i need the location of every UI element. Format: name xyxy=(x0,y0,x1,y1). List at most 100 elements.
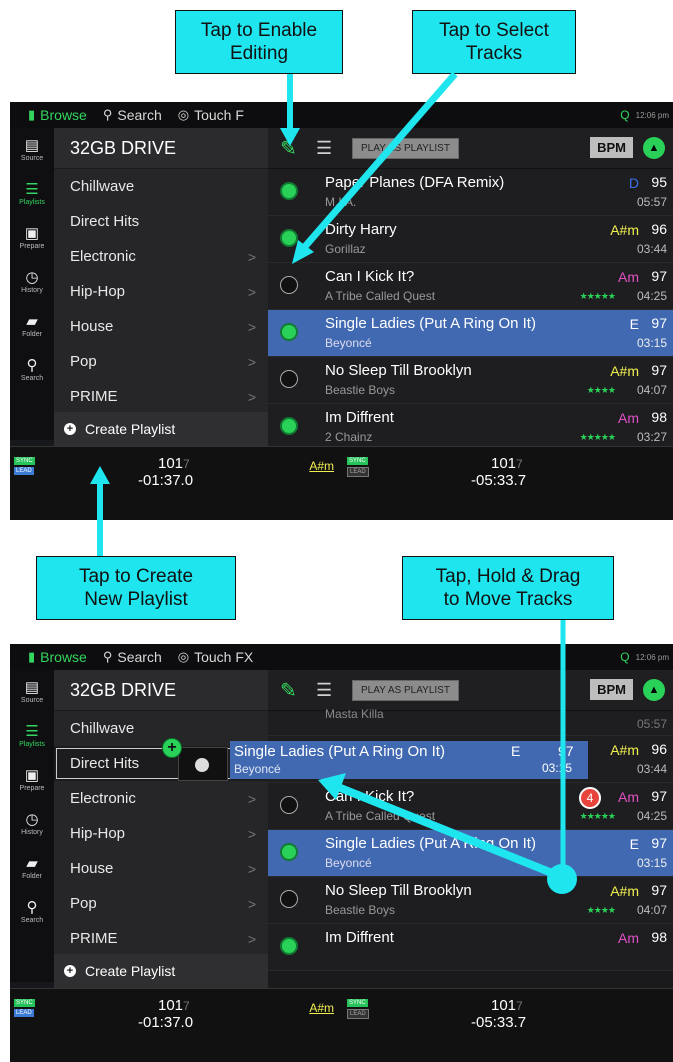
crate-pop[interactable]: Pop > xyxy=(54,344,268,379)
nav-history[interactable]: ◷ History xyxy=(10,260,54,304)
track-select-circle[interactable] xyxy=(280,796,298,814)
drive-header[interactable]: 32GB DRIVE xyxy=(54,670,268,711)
track-select-circle[interactable] xyxy=(280,370,298,388)
create-playlist-button[interactable]: + Create Playlist xyxy=(54,954,268,988)
crate-hip-hop[interactable]: Hip-Hop > xyxy=(54,274,268,309)
create-playlist-label: Create Playlist xyxy=(85,963,176,979)
track-select-circle[interactable] xyxy=(280,890,298,908)
crate-prime[interactable]: PRIME > xyxy=(54,921,268,956)
nav-search[interactable]: ⚲ Search xyxy=(10,890,54,934)
nav-source[interactable]: ▤ Source xyxy=(10,128,54,172)
track-select-circle[interactable] xyxy=(280,323,298,341)
track-list: ✎ ☰ PLAY AS PLAYLIST BPM ▲ Masta KillaD9… xyxy=(268,670,673,988)
crate-house[interactable]: House > xyxy=(54,851,268,886)
bpm-sort-button[interactable]: BPM xyxy=(590,679,633,700)
track-row[interactable]: Dirty Harry Gorillaz A#m 96 03:44 xyxy=(268,216,673,263)
track-row[interactable]: No Sleep Till Brooklyn Beastie Boys A#m 97 0… xyxy=(268,357,673,404)
bpm-sort-button[interactable]: BPM xyxy=(590,137,633,158)
edit-icon[interactable]: ✎ xyxy=(280,678,306,703)
sort-up-icon[interactable]: ▲ xyxy=(643,137,665,159)
deck-remaining: -05:33.7 xyxy=(471,472,527,489)
track-row[interactable]: Paper Planes (DFA Remix) M.I.A. D 95 05:57 xyxy=(268,169,673,216)
edit-icon[interactable]: ✎ xyxy=(280,136,306,161)
touchfx-tab[interactable]: ◎ Touch FX xyxy=(178,649,253,665)
nav-prepare[interactable]: ▣ Prepare xyxy=(10,758,54,802)
track-select-circle[interactable] xyxy=(280,276,298,294)
browse-tab[interactable]: ▮ Browse xyxy=(28,107,87,123)
track-row[interactable]: No Sleep Till Brooklyn Beastie Boys A#m 97 0… xyxy=(268,877,673,924)
track-bpm: 97 xyxy=(651,315,667,331)
track-select-circle[interactable] xyxy=(280,937,298,955)
create-playlist-button[interactable]: + Create Playlist xyxy=(54,412,268,446)
search-tab[interactable]: ⚲ Search xyxy=(103,107,162,123)
deck-right[interactable]: SYNC LEAD 1017 -05:33.7 xyxy=(343,447,673,520)
track-select-circle[interactable] xyxy=(280,843,298,861)
deck-right[interactable]: SYNC LEAD 1017 -05:33.7 xyxy=(343,989,673,1062)
track-select-circle[interactable] xyxy=(280,229,298,247)
deck-bpm: 1017 xyxy=(158,455,190,472)
track-rating: ★★★★ xyxy=(586,385,616,395)
nav-playlists[interactable]: ☰ Playlists xyxy=(10,714,54,758)
deck-left[interactable]: SYNC LEAD 1017 -01:37.0 A#m xyxy=(10,989,340,1062)
crate-hip-hop[interactable]: Hip-Hop > xyxy=(54,816,268,851)
nav-history[interactable]: ◷ History xyxy=(10,802,54,846)
crate-electronic[interactable]: Electronic > xyxy=(54,781,268,816)
lead-button[interactable]: LEAD xyxy=(347,467,369,477)
sync-button[interactable]: SYNC xyxy=(14,999,35,1007)
left-nav: ▤ Source ☰ Playlists ▣ Prepare ◷ History ▰ Fo… xyxy=(10,128,54,440)
dragged-track[interactable]: Single Ladies (Put A Ring On It) Beyoncé… xyxy=(230,741,588,779)
track-title: Can I Kick It? xyxy=(325,268,415,285)
search-icon: ⚲ xyxy=(26,899,38,916)
sync-button[interactable]: SYNC xyxy=(14,457,35,465)
track-select-circle[interactable] xyxy=(280,182,298,200)
list-icon[interactable]: ☰ xyxy=(316,680,342,701)
battery-icon: ▮ xyxy=(28,649,36,664)
sync-button[interactable]: SYNC xyxy=(347,457,368,465)
track-rating: ★★★★★ xyxy=(579,291,616,301)
callout-move-tracks: Tap, Hold & Drag to Move Tracks xyxy=(402,556,614,620)
track-row[interactable]: Can I Kick It? A Tribe Called Quest Am 97 04… xyxy=(268,783,673,830)
bpm-frac: 7 xyxy=(183,999,190,1013)
nav-search[interactable]: ⚲ Search xyxy=(10,348,54,392)
track-select-circle[interactable] xyxy=(280,417,298,435)
lead-button[interactable]: LEAD xyxy=(14,1009,34,1017)
browse-tab[interactable]: ▮ Browse xyxy=(28,649,87,665)
track-title: Im Diffrent xyxy=(325,409,394,426)
crate-chillwave[interactable]: Chillwave xyxy=(54,169,268,204)
playlist-icon: ☰ xyxy=(25,723,39,740)
crate-label: PRIME xyxy=(70,388,118,405)
track-row[interactable]: Masta KillaD9505:57 xyxy=(268,707,673,736)
nav-playlists[interactable]: ☰ Playlists xyxy=(10,172,54,216)
deck-remaining: -01:37.0 xyxy=(138,1014,194,1031)
nav-prepare[interactable]: ▣ Prepare xyxy=(10,216,54,260)
track-row[interactable]: Single Ladies (Put A Ring On It) Beyoncé E… xyxy=(268,830,673,877)
list-icon[interactable]: ☰ xyxy=(316,138,342,159)
track-bpm: 97 xyxy=(651,882,667,898)
sync-button[interactable]: SYNC xyxy=(347,999,368,1007)
track-row[interactable]: Can I Kick It? A Tribe Called Quest Am 97 04… xyxy=(268,263,673,310)
lead-button[interactable]: LEAD xyxy=(14,467,34,475)
play-as-playlist-button[interactable]: PLAY AS PLAYLIST xyxy=(352,137,459,159)
crate-pop[interactable]: Pop > xyxy=(54,886,268,921)
crate-house[interactable]: House > xyxy=(54,309,268,344)
crate-direct-hits[interactable]: Direct Hits xyxy=(54,204,268,239)
clock: 12:06 pm xyxy=(635,652,669,662)
track-rating: ★★★★ xyxy=(586,905,616,915)
drive-header[interactable]: 32GB DRIVE xyxy=(54,128,268,169)
crate-prime[interactable]: PRIME > xyxy=(54,379,268,414)
deck-left[interactable]: SYNC LEAD 1017 -01:37.0 A#m xyxy=(10,447,340,520)
track-row[interactable]: Im Diffrent Am 98 xyxy=(268,924,673,971)
crate-label: House xyxy=(70,318,114,335)
crate-electronic[interactable]: Electronic > xyxy=(54,239,268,274)
play-as-playlist-button[interactable]: PLAY AS PLAYLIST xyxy=(352,679,459,701)
sort-up-icon[interactable]: ▲ xyxy=(643,679,665,701)
nav-source[interactable]: ▤ Source xyxy=(10,670,54,714)
touchfx-tab[interactable]: ◎ Touch F xyxy=(178,107,244,123)
lead-button[interactable]: LEAD xyxy=(347,1009,369,1019)
track-row[interactable]: Im Diffrent 2 Chainz Am 98 03:27 ★★★★★ xyxy=(268,404,673,451)
track-row[interactable]: Single Ladies (Put A Ring On It) Beyoncé E… xyxy=(268,310,673,357)
prepare-icon: ▣ xyxy=(24,225,40,242)
search-tab[interactable]: ⚲ Search xyxy=(103,649,162,665)
nav-folder[interactable]: ▰ Folder xyxy=(10,304,54,348)
nav-folder[interactable]: ▰ Folder xyxy=(10,846,54,890)
